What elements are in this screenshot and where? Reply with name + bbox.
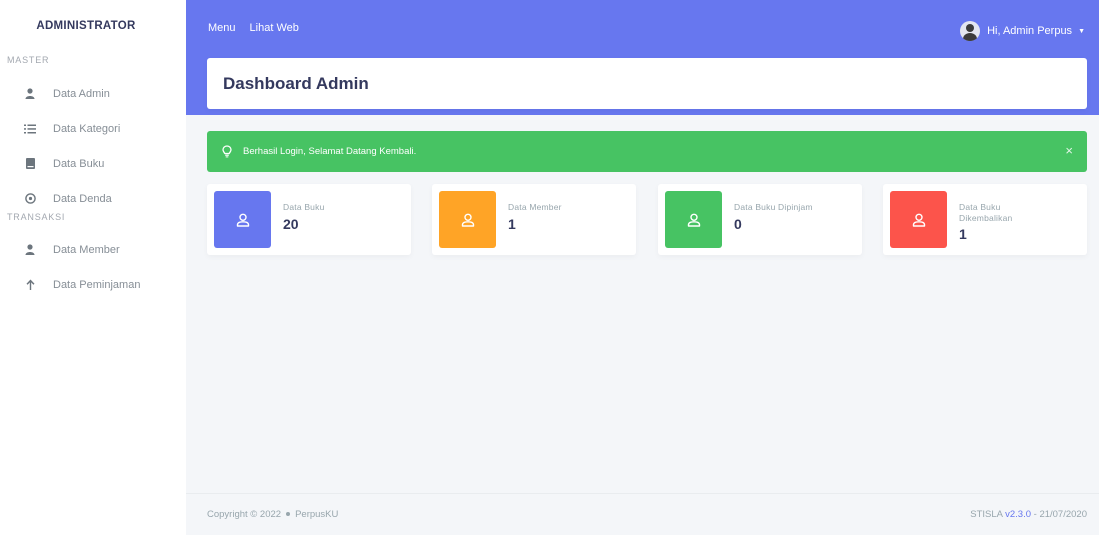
menu-link[interactable]: Menu xyxy=(208,22,236,34)
sidebar-item-label: Data Buku xyxy=(53,157,105,170)
stat-label: Data Buku xyxy=(283,202,325,212)
user-outline-icon xyxy=(890,191,947,248)
stat-label: Data Member xyxy=(508,202,562,212)
lightbulb-icon xyxy=(221,145,233,159)
stat-value: 20 xyxy=(283,216,299,232)
sidebar-item-data-member[interactable]: Data Member xyxy=(0,232,186,267)
stat-card-data-member: Data Member 1 xyxy=(432,184,636,255)
book-icon xyxy=(24,158,36,170)
menu-header-transaksi: TRANSAKSI xyxy=(7,212,66,222)
top-navbar: Menu Lihat Web xyxy=(208,22,299,34)
sidebar-item-label: Data Denda xyxy=(53,192,112,205)
stat-card-data-buku-dipinjam: Data Buku Dipinjam 0 xyxy=(658,184,862,255)
sidebar-item-data-buku[interactable]: Data Buku xyxy=(0,146,186,181)
version-link[interactable]: v2.3.0 xyxy=(1005,509,1031,520)
footer-brand[interactable]: PerpusKU xyxy=(295,509,338,520)
stat-label: Data Buku Dipinjam xyxy=(734,202,813,212)
lihat-web-link[interactable]: Lihat Web xyxy=(250,22,299,34)
user-greeting: Hi, Admin Perpus xyxy=(987,25,1073,37)
avatar xyxy=(960,21,981,41)
arrow-up-icon xyxy=(24,279,36,291)
user-icon xyxy=(24,244,36,256)
user-dropdown[interactable]: Hi, Admin Perpus ▼ xyxy=(960,21,1085,41)
stat-card-data-buku: Data Buku 20 xyxy=(207,184,411,255)
sidebar-brand[interactable]: ADMINISTRATOR xyxy=(0,0,186,52)
stat-value: 0 xyxy=(734,216,742,232)
sidebar: ADMINISTRATOR MASTER Data Admin Data Kat… xyxy=(0,0,186,535)
close-icon[interactable]: × xyxy=(1065,144,1073,157)
user-outline-icon xyxy=(665,191,722,248)
bullet-dot xyxy=(286,512,291,517)
sidebar-item-label: Data Kategori xyxy=(53,122,121,135)
alert-message: Berhasil Login, Selamat Datang Kembali. xyxy=(243,146,417,157)
stat-value: 1 xyxy=(508,216,516,232)
release-date: - 21/07/2020 xyxy=(1033,509,1087,520)
stat-value: 1 xyxy=(959,226,967,242)
sidebar-item-data-peminjaman[interactable]: Data Peminjaman xyxy=(0,267,186,302)
section-header: Dashboard Admin xyxy=(207,58,1087,109)
menu-header-master: MASTER xyxy=(7,55,50,65)
stisla-label: STISLA xyxy=(970,509,1003,520)
footer: Copyright © 2022 PerpusKU STISLA v2.3.0 -… xyxy=(186,493,1099,535)
sidebar-item-data-kategori[interactable]: Data Kategori xyxy=(0,111,186,146)
page-title: Dashboard Admin xyxy=(223,73,369,93)
user-outline-icon xyxy=(214,191,271,248)
user-outline-icon xyxy=(439,191,496,248)
sidebar-item-label: Data Peminjaman xyxy=(53,278,141,291)
caret-down-icon: ▼ xyxy=(1078,27,1085,35)
stat-card-data-buku-dikembalikan: Data Buku Dikembalikan 1 xyxy=(883,184,1087,255)
stat-label: Data Buku Dikembalikan xyxy=(959,202,1013,223)
sidebar-item-label: Data Admin xyxy=(53,87,110,100)
success-alert: Berhasil Login, Selamat Datang Kembali. … xyxy=(207,131,1087,172)
sidebar-item-data-admin[interactable]: Data Admin xyxy=(0,76,186,111)
footer-left: Copyright © 2022 PerpusKU xyxy=(207,509,338,520)
list-icon xyxy=(24,123,36,135)
footer-right: STISLA v2.3.0 - 21/07/2020 xyxy=(970,509,1087,520)
sidebar-item-label: Data Member xyxy=(53,243,120,256)
user-icon xyxy=(24,88,36,100)
dollar-circle-icon xyxy=(24,193,36,205)
copyright-text: Copyright © 2022 xyxy=(207,509,282,520)
